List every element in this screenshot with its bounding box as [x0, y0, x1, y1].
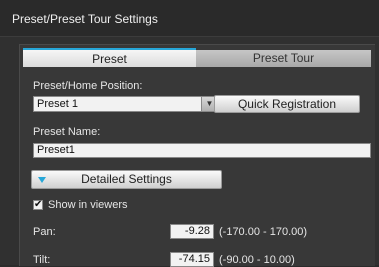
- preset-home-position-label: Preset/Home Position:: [33, 80, 143, 92]
- detailed-settings-button[interactable]: Detailed Settings: [31, 170, 222, 189]
- quick-registration-button[interactable]: Quick Registration: [214, 95, 360, 113]
- tab-bar: Preset Preset Tour: [20, 45, 375, 67]
- tilt-label: Tilt:: [33, 254, 51, 266]
- show-in-viewers-checkbox[interactable]: ✔: [33, 200, 43, 210]
- pan-label: Pan:: [33, 226, 56, 238]
- settings-panel: Preset Preset Tour Preset/Home Position:…: [19, 44, 375, 267]
- preset-name-label: Preset Name:: [33, 126, 101, 138]
- tab-preset-tour[interactable]: Preset Tour: [196, 50, 371, 67]
- pan-range: (-170.00 - 170.00): [219, 226, 308, 238]
- window-titlebar: Preset/Preset Tour Settings: [0, 0, 379, 37]
- preset-name-field[interactable]: Preset1: [33, 143, 371, 158]
- preset-home-position-select[interactable]: Preset 1 ▼: [33, 96, 218, 112]
- tab-preset[interactable]: Preset: [23, 48, 196, 67]
- detailed-settings-label: Detailed Settings: [81, 172, 172, 186]
- preset-name-value: Preset1: [37, 144, 75, 156]
- tilt-range: (-90.00 - 10.00): [219, 254, 295, 266]
- window-title: Preset/Preset Tour Settings: [12, 12, 158, 26]
- show-in-viewers-label: Show in viewers: [48, 199, 128, 211]
- pan-input[interactable]: -9.28: [170, 224, 214, 239]
- preset-select-value: Preset 1: [37, 98, 78, 110]
- preset-settings-window: Preset/Preset Tour Settings Preset Prese…: [0, 0, 379, 267]
- expand-triangle-icon: [38, 177, 46, 183]
